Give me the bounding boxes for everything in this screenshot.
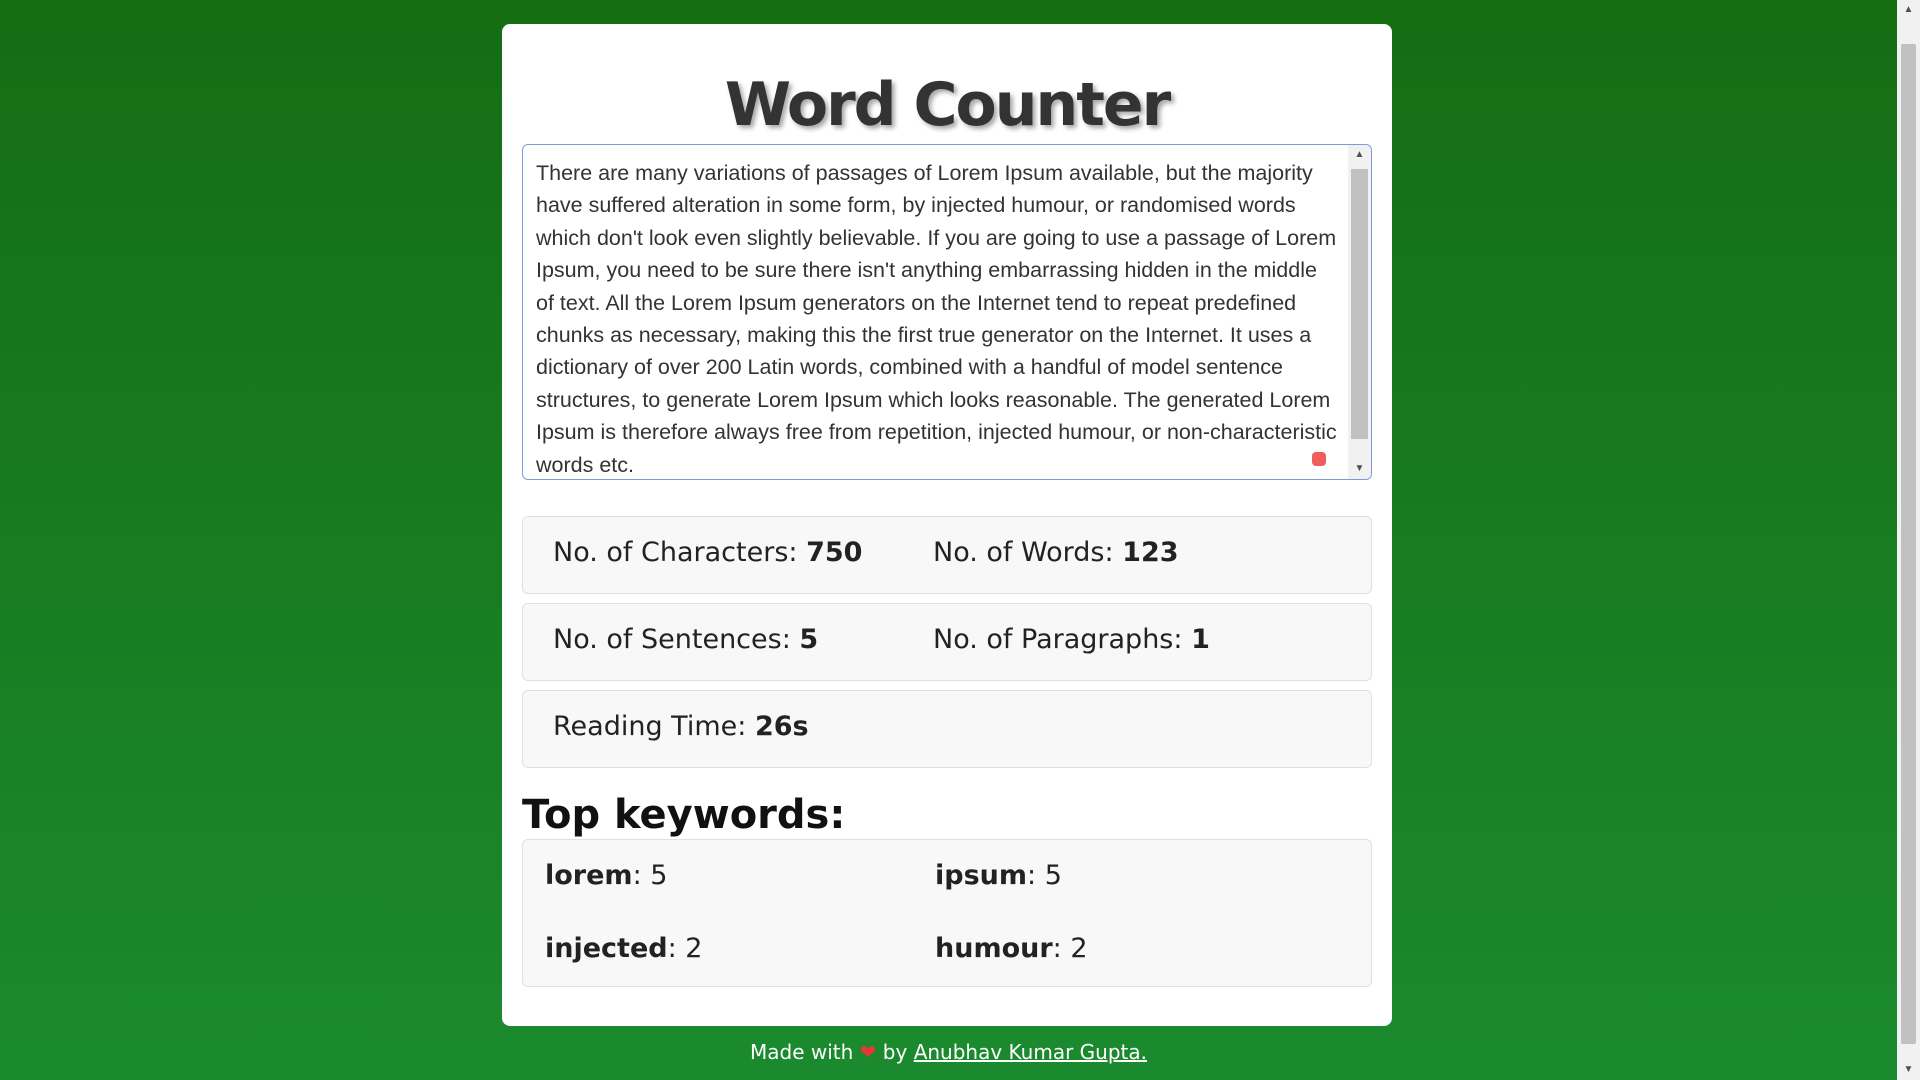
words-stat: No. of Words: 123 [933, 537, 1179, 568]
keyword-item: humour: 2 [935, 933, 1088, 964]
paragraphs-value: 1 [1191, 624, 1210, 655]
author-link[interactable]: Anubhav Kumar Gupta. [914, 1040, 1147, 1064]
reading-time-value: 26s [754, 711, 809, 742]
reading-time-label: Reading Time: [553, 711, 747, 742]
word-counter-card: Word Counter There are many variations o… [502, 24, 1392, 1026]
paragraphs-label: No. of Paragraphs: [933, 624, 1183, 655]
keyword-item: ipsum: 5 [935, 860, 1062, 891]
sentences-value: 5 [799, 624, 819, 655]
textarea-scrollbar[interactable]: ▲ ▼ [1348, 145, 1371, 479]
stats-row-sentences-paragraphs: No. of Sentences: 5 No. of Paragraphs: 1 [522, 603, 1372, 681]
footer-by: by [882, 1040, 908, 1064]
characters-value: 750 [806, 537, 863, 568]
sentences-label: No. of Sentences: [553, 624, 791, 655]
page-scroll-down-arrow-icon[interactable]: ▼ [1897, 1060, 1920, 1080]
keywords-box: lorem: 5 ipsum: 5 injected: 2 humour: 2 [522, 839, 1372, 987]
page-title: Word Counter [724, 70, 1171, 140]
footer: Made with ❤ by Anubhav Kumar Gupta. [0, 1040, 1897, 1064]
scroll-down-arrow-icon[interactable]: ▼ [1348, 459, 1371, 479]
keywords-heading: Top keywords: [522, 792, 846, 838]
sentences-stat: No. of Sentences: 5 [553, 624, 818, 655]
footer-made-with: Made with [750, 1040, 854, 1064]
text-input-area[interactable]: There are many variations of passages of… [522, 144, 1372, 480]
keyword-item: injected: 2 [545, 933, 702, 964]
keyword-word: ipsum [935, 860, 1028, 891]
keyword-word: humour [935, 933, 1053, 964]
page-scroll-thumb[interactable] [1901, 44, 1916, 1044]
page-scrollbar[interactable]: ▲ ▼ [1897, 0, 1920, 1080]
heart-icon: ❤ [859, 1040, 877, 1064]
textarea-scroll-thumb[interactable] [1351, 169, 1368, 439]
page-scroll-up-arrow-icon[interactable]: ▲ [1897, 0, 1920, 20]
words-label: No. of Words: [933, 537, 1114, 568]
keyword-item: lorem: 5 [545, 860, 667, 891]
text-input-content[interactable]: There are many variations of passages of… [536, 157, 1340, 479]
keyword-count: : 2 [667, 933, 703, 964]
characters-label: No. of Characters: [553, 537, 798, 568]
keyword-count: : 2 [1052, 933, 1088, 964]
keyword-count: : 5 [632, 860, 668, 891]
stats-row-characters-words: No. of Characters: 750 No. of Words: 123 [522, 516, 1372, 594]
words-value: 123 [1122, 537, 1179, 568]
characters-stat: No. of Characters: 750 [553, 537, 862, 568]
keyword-word: injected [545, 933, 668, 964]
stats-row-reading-time: Reading Time: 26s [522, 690, 1372, 768]
paragraphs-stat: No. of Paragraphs: 1 [933, 624, 1210, 655]
reading-time-stat: Reading Time: 26s [553, 711, 809, 742]
keyword-word: lorem [545, 860, 633, 891]
grammar-checker-icon[interactable] [1312, 452, 1326, 466]
keyword-count: : 5 [1027, 860, 1062, 891]
scroll-up-arrow-icon[interactable]: ▲ [1348, 145, 1371, 165]
